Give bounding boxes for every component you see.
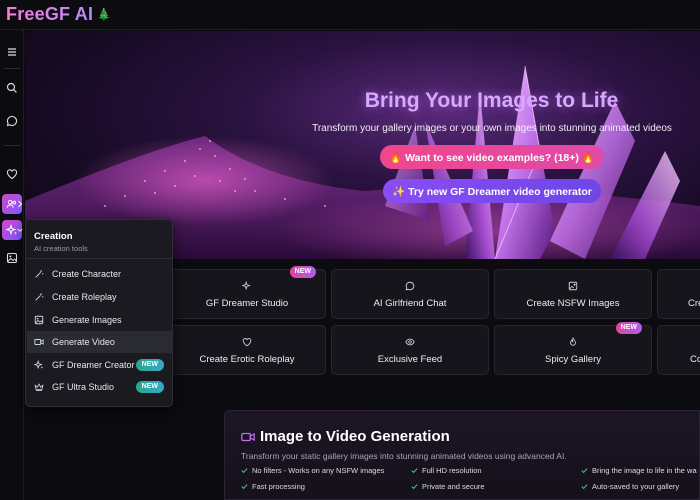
creation-menu: Creation AI creation tools Create Charac… <box>25 219 173 407</box>
new-badge: NEW <box>289 266 316 278</box>
new-badge: NEW <box>135 359 164 371</box>
check-icon <box>241 468 248 474</box>
top-bar: FreeGF AI 🎄 <box>0 0 700 30</box>
brand-logo[interactable]: FreeGF AI <box>6 4 93 25</box>
hero-title: Bring Your Images to Life <box>364 89 619 112</box>
menu-item-create-roleplay[interactable]: Create Roleplay <box>27 286 172 308</box>
feature-title: Image to Video Generation <box>241 428 450 445</box>
card-label: Spicy Gallery <box>545 354 601 365</box>
sparkles-icon <box>242 281 251 291</box>
flame-icon <box>570 337 576 346</box>
menu-item-gf-ultra-studio[interactable]: GF Ultra Studio NEW <box>27 376 172 398</box>
feature-point: Fast processing <box>241 482 305 491</box>
check-icon <box>581 484 588 490</box>
hamburger-icon <box>8 48 16 56</box>
feature-point-text: No filters - Works on any NSFW images <box>252 466 385 475</box>
feature-point: Private and secure <box>411 482 485 491</box>
search-button[interactable] <box>2 78 22 98</box>
check-icon <box>411 468 418 474</box>
card-create-erotic-roleplay[interactable]: Create Erotic Roleplay <box>168 325 326 375</box>
card-spicy-gallery[interactable]: Spicy Gallery NEW <box>494 322 652 375</box>
card-create-nsfw-images[interactable]: Create NSFW Images <box>494 269 652 319</box>
feature-point: Full HD resolution <box>411 466 482 475</box>
feature-point: Auto-saved to your gallery <box>581 482 679 491</box>
sparkles-icon <box>34 360 44 370</box>
new-badge: NEW <box>615 322 642 334</box>
image-to-video-panel: Image to Video Generation Transform your… <box>224 410 700 500</box>
card-ai-girlfriend-chat[interactable]: AI Girlfriend Chat <box>331 269 489 319</box>
characters-button[interactable] <box>2 194 23 214</box>
chat-button[interactable] <box>2 111 22 131</box>
card-gf-dreamer-studio[interactable]: GF Dreamer Studio NEW <box>168 266 326 319</box>
menu-item-generate-images[interactable]: Generate Images <box>27 309 172 331</box>
hero-subtitle: Transform your gallery images or your ow… <box>312 123 672 134</box>
menu-item-label: GF Dreamer Creator <box>52 360 135 370</box>
heart-icon <box>242 338 252 347</box>
menu-title: Creation <box>34 231 73 242</box>
rail-divider <box>4 145 20 146</box>
menu-divider <box>26 258 172 259</box>
app-root: FreeGF AI 🎄 Bring Your Images to Life Tr… <box>0 0 700 500</box>
feature-title-text: Image to Video Generation <box>260 428 450 445</box>
card-partial[interactable]: Co <box>657 325 700 375</box>
creation-button[interactable] <box>2 220 23 240</box>
video-icon <box>241 432 255 441</box>
menu-item-label: Generate Images <box>52 315 122 325</box>
feature-point-text: Bring the image to life in the wa <box>592 466 697 475</box>
tree-icon: 🎄 <box>97 9 111 21</box>
image-icon <box>6 252 18 264</box>
feature-point-text: Auto-saved to your gallery <box>592 482 680 491</box>
crown-icon <box>34 383 44 391</box>
rail-divider <box>4 68 20 69</box>
feature-subtitle: Transform your static gallery images int… <box>241 451 567 461</box>
chevron-down-icon <box>17 228 23 232</box>
favorites-button[interactable] <box>2 164 22 184</box>
card-label: GF Dreamer Studio <box>205 298 289 309</box>
feature-point-text: Full HD resolution <box>422 466 482 475</box>
image-icon <box>34 315 44 325</box>
dreamer-video-button[interactable]: ✨ Try new GF Dreamer video generator <box>383 179 601 203</box>
card-label: Exclusive Feed <box>377 354 443 365</box>
card-label: Create NSFW Images <box>526 298 620 309</box>
card-exclusive-feed[interactable]: Exclusive Feed <box>331 325 489 375</box>
left-rail <box>0 30 24 500</box>
check-icon <box>411 484 418 490</box>
feature-point: No filters - Works on any NSFW images <box>241 466 384 475</box>
feature-point-text: Private and secure <box>422 482 485 491</box>
check-icon <box>241 484 248 490</box>
search-icon <box>6 82 17 93</box>
menu-item-label: Create Character <box>52 269 122 279</box>
menu-item-label: Generate Video <box>52 337 115 347</box>
check-icon <box>581 468 588 474</box>
video-icon <box>34 339 44 345</box>
wand-icon <box>35 270 44 278</box>
menu-item-generate-video[interactable]: Generate Video <box>27 331 172 353</box>
menu-button[interactable] <box>2 42 22 62</box>
menu-subtitle: AI creation tools <box>34 244 88 253</box>
new-badge: NEW <box>135 381 164 393</box>
card-label: Cre <box>688 298 700 309</box>
menu-item-label: Create Roleplay <box>52 292 117 302</box>
card-label: Create Erotic Roleplay <box>199 354 295 365</box>
menu-item-gf-dreamer-creator[interactable]: GF Dreamer Creator NEW <box>27 354 172 376</box>
chat-icon <box>405 281 415 291</box>
heart-icon <box>6 169 18 180</box>
video-examples-button[interactable]: 🔥 Want to see video examples? (18+) 🔥 <box>380 145 604 169</box>
card-label: AI Girlfriend Chat <box>373 298 447 309</box>
card-label: Co <box>690 354 700 365</box>
feature-point: Bring the image to life in the wa <box>581 466 697 475</box>
eye-icon <box>405 338 415 346</box>
menu-item-create-character[interactable]: Create Character <box>27 263 172 285</box>
menu-item-label: GF Ultra Studio <box>52 382 115 392</box>
chat-icon <box>6 115 18 127</box>
chevron-right-icon <box>18 200 23 208</box>
feature-point-text: Fast processing <box>252 482 305 491</box>
gallery-button[interactable] <box>2 248 22 268</box>
card-create-partial[interactable]: Cre <box>657 269 700 319</box>
image-plus-icon <box>568 281 578 291</box>
wand-icon <box>35 293 44 301</box>
